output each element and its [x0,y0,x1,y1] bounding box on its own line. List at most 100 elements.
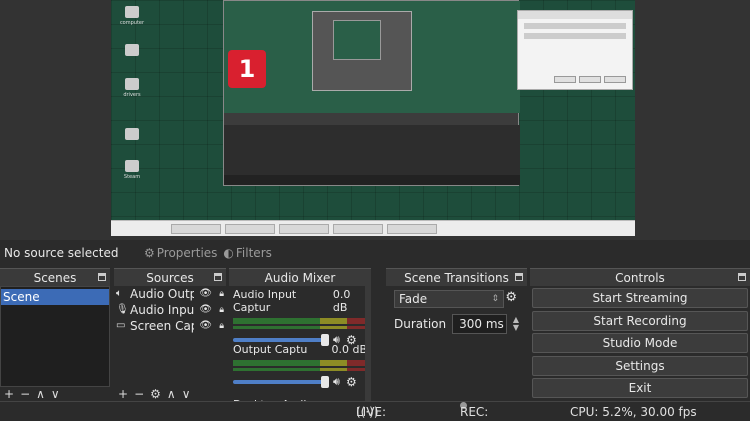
sources-toolbar: + − ⚙ ∧ ∨ [114,387,226,401]
browser-row [524,33,626,39]
gear-icon[interactable]: ⚙ [346,375,357,389]
source-name: Audio Inpu [130,303,194,317]
filter-icon: ◐ [223,245,234,260]
sources-dock: Sources 🔈︎ Audio Outp 👁︎ 🔒︎ 🎙︎ Audio Inpu 👁︎ 🔒… [114,268,226,401]
computer-icon [125,6,139,18]
lock-icon[interactable]: 🔒︎ [219,302,224,318]
transition-select[interactable]: Fade ⇕ [394,290,504,308]
scene-transitions-title-text: Scene Transitions [404,271,509,285]
volume-slider-knob[interactable] [321,376,329,388]
gear-icon: ⚙ [144,245,155,260]
transition-selected: Fade [399,292,428,306]
source-properties-button[interactable]: ⚙ [150,387,161,401]
level-meter [233,326,367,329]
scenes-dock: Scenes Scene + − ∧ ∨ [0,268,110,401]
captured-inner-preview [333,20,381,60]
desktop-icon-label: drivers [123,92,141,98]
browser-row [524,23,626,29]
filters-label: Filters [235,245,272,260]
captured-docks [224,125,520,177]
sources-list[interactable]: 🔈︎ Audio Outp 👁︎ 🔒︎ 🎙︎ Audio Inpu 👁︎ 🔒︎ ▭ Scree… [114,286,226,387]
scenes-toolbar: + − ∧ ∨ [0,387,110,401]
mixer-channel: Audio Input Captur 0.0 dB 🔊︎ ⚙ [229,286,371,347]
status-bar: ((·)) LIVE: 00:00:00 REC: 00:00:00 CPU: … [0,401,750,421]
mic-icon: 🎙︎ [116,304,129,315]
add-scene-button[interactable]: + [4,387,14,401]
audio-mixer-title-text: Audio Mixer [264,271,336,285]
duration-label: Duration [394,317,447,331]
taskbar-item [225,224,275,234]
duration-input[interactable]: 300 ms [452,314,507,334]
captured-inner-window [312,11,412,91]
sources-title: Sources [114,268,226,286]
start-streaming-button[interactable]: Start Streaming [532,288,748,308]
properties-button[interactable]: ⚙ Properties [144,246,217,260]
move-scene-down-button[interactable]: ∨ [51,387,60,401]
exit-button[interactable]: Exit [532,378,748,398]
settings-button[interactable]: Settings [532,355,748,376]
taskbar-item [387,224,437,234]
channel-level: 0.0 dB [332,288,351,314]
eye-icon[interactable]: 👁︎ [199,286,212,302]
context-bar: No source selected ⚙ Properties ◐ Filters [0,240,750,265]
add-source-button[interactable]: + [118,387,128,401]
drive-icon [125,78,139,90]
desktop-icon: computer [119,6,145,26]
audio-mixer-dock: Audio Mixer Audio Input Captur 0.0 dB 🔊︎ … [229,268,371,411]
source-item[interactable]: 🎙︎ Audio Inpu 👁︎ 🔒︎ [114,302,226,318]
filters-button[interactable]: ◐ Filters [223,246,271,260]
lock-icon[interactable]: 🔒︎ [219,286,224,302]
dock-float-icon[interactable] [738,273,746,281]
move-source-down-button[interactable]: ∨ [182,387,191,401]
channel-level: 0.0 dB [331,343,367,356]
source-name: Audio Outp [130,287,194,301]
controls-title: Controls [530,268,750,286]
source-item[interactable]: ▭ Screen Cap 👁︎ 🔒︎ [114,318,226,334]
dock-float-icon[interactable] [98,273,106,281]
captured-obs-window [223,0,520,186]
preview-canvas[interactable]: computer drivers Steam [111,0,635,236]
speaker-mute-icon[interactable]: 🔊︎ [333,375,340,389]
preview-area: computer drivers Steam [0,0,750,240]
taskbar-item [279,224,329,234]
sources-title-text: Sources [146,271,194,285]
desktop-icon [119,128,145,142]
remove-scene-button[interactable]: − [20,387,30,401]
dock-float-icon[interactable] [214,273,222,281]
cpu-status: CPU: 5.2%, 30.00 fps [570,405,697,419]
studio-mode-button[interactable]: Studio Mode [532,333,748,353]
captured-taskbar [111,220,635,236]
scenes-title: Scenes [0,268,110,286]
monitor-icon: ▭ [116,320,126,331]
move-source-up-button[interactable]: ∧ [167,387,176,401]
mixer-scrollbar[interactable] [365,286,371,401]
eye-icon[interactable]: 👁︎ [199,302,212,318]
source-name: Screen Cap [130,319,194,333]
desktop-icon-label: Steam [123,174,141,180]
move-scene-up-button[interactable]: ∧ [36,387,45,401]
scenes-list[interactable]: Scene [0,286,110,387]
remove-source-button[interactable]: − [134,387,144,401]
chevron-updown-icon: ⇕ [491,294,499,304]
volume-slider[interactable] [233,376,329,388]
dock-float-icon[interactable] [515,273,523,281]
lock-icon[interactable]: 🔒︎ [219,318,224,334]
folder-icon [125,128,139,140]
duration-stepper[interactable]: ▲ ▼ [513,316,519,332]
desktop-icon: Steam [119,160,145,180]
start-recording-button[interactable]: Start Recording [532,310,748,331]
no-source-label: No source selected [4,245,119,260]
scene-item[interactable]: Scene [1,289,109,305]
scene-transitions-title: Scene Transitions [386,268,527,286]
captured-status-bar [224,175,520,185]
callout-badge-1: 1 [228,50,266,88]
browser-titlebar [518,11,632,19]
scene-transitions-dock: Scene Transitions Fade ⇕ ⚙ Duration 300 m… [386,268,527,401]
channel-name: Output Captu [233,343,308,356]
gear-icon[interactable]: ⚙ [505,290,517,305]
captured-browser-window [517,10,633,90]
eye-icon[interactable]: 👁︎ [199,318,212,334]
controls-dock: Controls Start Streaming Start Recording… [530,268,750,401]
folder-icon [125,44,139,56]
source-item[interactable]: 🔈︎ Audio Outp 👁︎ 🔒︎ [114,286,226,302]
